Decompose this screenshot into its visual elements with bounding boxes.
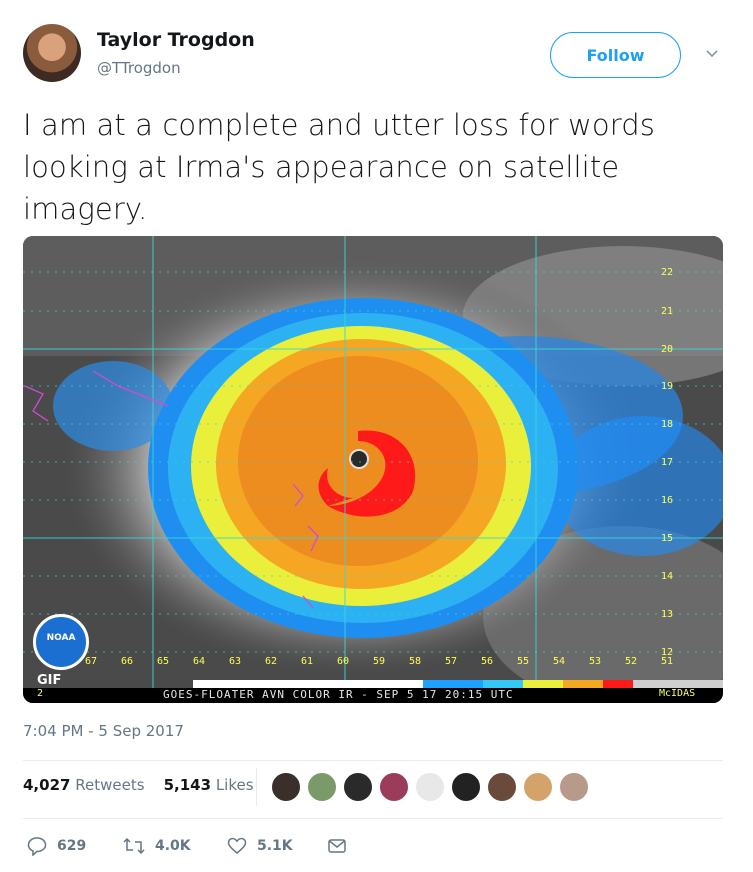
liker-avatar[interactable] (378, 771, 410, 803)
liker-avatar[interactable] (486, 771, 518, 803)
stats-separator (256, 768, 257, 806)
divider (23, 760, 723, 761)
author-avatar[interactable] (23, 24, 81, 82)
lon-label: 52 (625, 656, 637, 667)
lat-label: 18 (661, 419, 673, 430)
retweet-count: 4.0K (155, 838, 191, 854)
liker-avatar[interactable] (270, 771, 302, 803)
lon-label: 65 (157, 656, 169, 667)
satellite-image: 22 21 20 19 18 17 16 15 14 13 12 68 67 6… (23, 236, 723, 703)
retweets-count: 4,027 (23, 776, 71, 794)
divider (23, 818, 723, 819)
lon-label: 51 (661, 656, 673, 667)
lat-label: 16 (661, 495, 673, 506)
tweet-timestamp[interactable]: 7:04 PM - 5 Sep 2017 (23, 722, 184, 740)
reply-count: 629 (57, 838, 87, 854)
noaa-logo-label: NOAA (46, 633, 76, 643)
lat-label: 13 (661, 609, 673, 620)
lat-label: 20 (661, 344, 673, 355)
reply-icon (27, 837, 47, 856)
lon-label: 53 (589, 656, 601, 667)
retweet-icon (123, 837, 145, 855)
tweet-media-gif[interactable]: 22 21 20 19 18 17 16 15 14 13 12 68 67 6… (23, 236, 723, 703)
likes-label: Likes (215, 776, 254, 794)
lon-label: 55 (517, 656, 529, 667)
gif-badge: GIF (37, 673, 62, 688)
reply-button[interactable]: 629 (27, 836, 86, 856)
lon-label: 67 (85, 656, 97, 667)
liker-avatar[interactable] (558, 771, 590, 803)
tweet-header: Taylor Trogdon @TTrogdon Follow (23, 24, 729, 88)
tweet-stats: 4,027 Retweets 5,143 Likes (23, 776, 254, 800)
likes-stat[interactable]: 5,143 Likes (164, 776, 254, 794)
liker-avatar[interactable] (522, 771, 554, 803)
image-caption: GOES-FLOATER AVN COLOR IR - SEP 5 17 20:… (163, 688, 514, 701)
lon-label: 64 (193, 656, 205, 667)
lon-label: 66 (121, 656, 133, 667)
lon-label: 57 (445, 656, 457, 667)
retweet-button[interactable]: 4.0K (123, 836, 191, 856)
chevron-down-icon[interactable] (704, 46, 720, 62)
lon-label: 60 (337, 656, 349, 667)
like-count: 5.1K (257, 838, 293, 854)
tweet-actions: 629 4.0K 5.1K (23, 836, 423, 860)
liker-avatar[interactable] (450, 771, 482, 803)
envelope-icon (328, 839, 346, 853)
lon-label: 59 (373, 656, 385, 667)
author-handle[interactable]: @TTrogdon (97, 59, 181, 77)
lon-label: 58 (409, 656, 421, 667)
lat-label: 14 (661, 571, 673, 582)
likes-count: 5,143 (163, 776, 212, 794)
lon-label: 56 (481, 656, 493, 667)
retweets-stat[interactable]: 4,027 Retweets (23, 776, 145, 794)
lat-label: 19 (661, 381, 673, 392)
lon-label: 61 (301, 656, 313, 667)
image-caption-left: 2 (37, 688, 44, 699)
liker-avatar[interactable] (414, 771, 446, 803)
liker-avatar[interactable] (306, 771, 338, 803)
follow-button[interactable]: Follow (550, 32, 681, 78)
author-name[interactable]: Taylor Trogdon (97, 29, 255, 51)
lon-label: 63 (229, 656, 241, 667)
lat-label: 17 (661, 457, 673, 468)
retweets-label: Retweets (75, 776, 145, 794)
lon-label: 54 (553, 656, 565, 667)
lon-label: 62 (265, 656, 277, 667)
lat-label: 22 (661, 267, 673, 278)
tweet-text: I am at a complete and utter loss for wo… (23, 108, 655, 226)
lat-label: 21 (661, 306, 673, 317)
liker-avatar[interactable] (342, 771, 374, 803)
direct-message-button[interactable] (327, 836, 347, 856)
like-button[interactable]: 5.1K (227, 836, 293, 856)
image-caption-right: McIDAS (659, 688, 696, 699)
lat-label: 15 (661, 533, 673, 544)
noaa-logo: NOAA (33, 614, 89, 670)
heart-icon (227, 837, 247, 854)
